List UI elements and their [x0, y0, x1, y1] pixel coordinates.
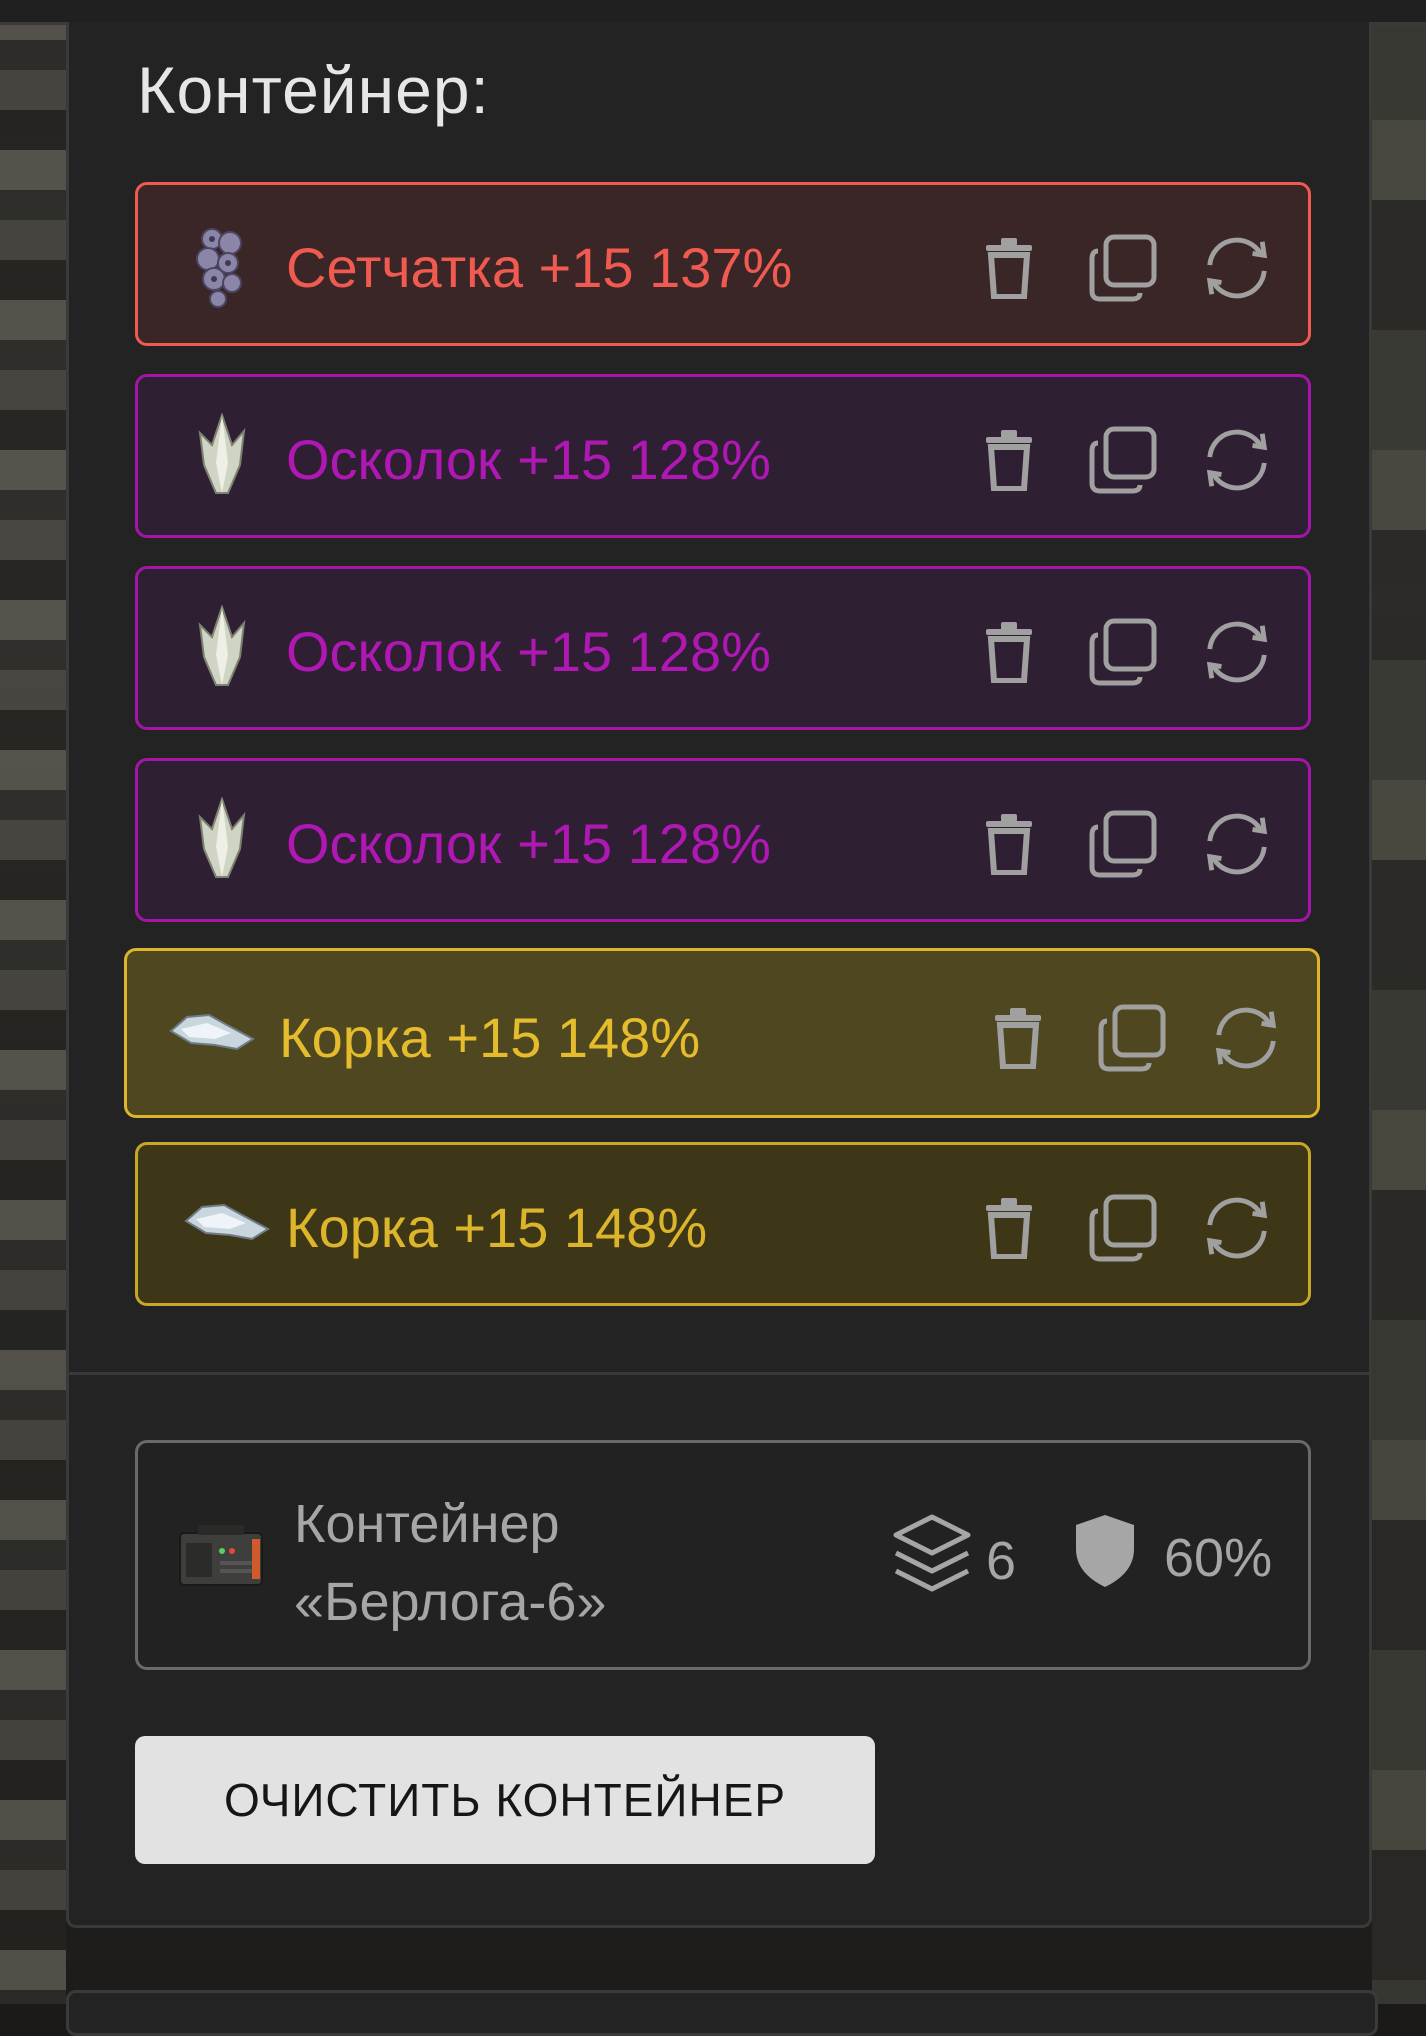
next-panel-edge	[66, 1990, 1378, 2036]
shard-artifact-icon	[182, 795, 262, 887]
panel-title: Контейнер:	[137, 53, 490, 127]
container-name-line1: Контейнер	[294, 1494, 560, 1554]
item-label: Осколок +15 128%	[286, 812, 771, 875]
copy-icon[interactable]	[1097, 1003, 1167, 1073]
container-panel: Контейнер: Сетчатка +15 137% Осколок +15…	[66, 22, 1372, 1928]
copy-icon[interactable]	[1088, 617, 1158, 687]
container-name: Контейнер «Берлога-6»	[294, 1485, 606, 1641]
artifact-item[interactable]: Сетчатка +15 137%	[135, 182, 1311, 346]
item-label: Осколок +15 128%	[286, 620, 771, 683]
refresh-icon[interactable]	[1202, 425, 1272, 495]
retina-artifact-icon	[182, 221, 262, 311]
shield-icon	[1074, 1513, 1136, 1602]
container-case-icon	[176, 1521, 266, 1595]
container-card[interactable]: Контейнер «Берлога-6» 6 60%	[135, 1440, 1311, 1670]
item-label: Корка +15 148%	[286, 1196, 708, 1259]
shard-artifact-icon	[182, 411, 262, 503]
copy-icon[interactable]	[1088, 809, 1158, 879]
background-left-wall	[0, 0, 66, 2004]
trash-icon[interactable]	[974, 425, 1044, 495]
trash-icon[interactable]	[974, 1193, 1044, 1263]
slots-stat: 6	[892, 1513, 1016, 1608]
protection-value: 60%	[1164, 1527, 1273, 1588]
copy-icon[interactable]	[1088, 233, 1158, 303]
slots-count: 6	[986, 1530, 1017, 1591]
container-name-line2: «Берлога-6»	[294, 1572, 607, 1632]
item-label: Осколок +15 128%	[286, 428, 771, 491]
background-right-wall	[1372, 0, 1426, 2004]
artifact-item[interactable]: Корка +15 148%	[124, 948, 1320, 1118]
artifact-item[interactable]: Осколок +15 128%	[135, 566, 1311, 730]
artifact-item[interactable]: Осколок +15 128%	[135, 374, 1311, 538]
trash-icon[interactable]	[974, 233, 1044, 303]
trash-icon[interactable]	[974, 809, 1044, 879]
trash-icon[interactable]	[974, 617, 1044, 687]
copy-icon[interactable]	[1088, 425, 1158, 495]
crust-artifact-icon	[167, 991, 257, 1081]
copy-icon[interactable]	[1088, 1193, 1158, 1263]
shard-artifact-icon	[182, 603, 262, 695]
protection-stat: 60%	[1074, 1513, 1272, 1602]
refresh-icon[interactable]	[1202, 1193, 1272, 1263]
artifact-item[interactable]: Осколок +15 128%	[135, 758, 1311, 922]
trash-icon[interactable]	[983, 1003, 1053, 1073]
refresh-icon[interactable]	[1202, 617, 1272, 687]
refresh-icon[interactable]	[1202, 233, 1272, 303]
item-label: Сетчатка +15 137%	[286, 236, 793, 299]
item-label: Корка +15 148%	[279, 1006, 701, 1069]
refresh-icon[interactable]	[1211, 1003, 1281, 1073]
crust-artifact-icon	[182, 1181, 272, 1271]
clear-container-button[interactable]: ОЧИСТИТЬ КОНТЕЙНЕР	[135, 1736, 875, 1864]
refresh-icon[interactable]	[1202, 809, 1272, 879]
artifact-item[interactable]: Корка +15 148%	[135, 1142, 1311, 1306]
layers-icon	[892, 1513, 972, 1608]
section-divider	[69, 1372, 1369, 1375]
